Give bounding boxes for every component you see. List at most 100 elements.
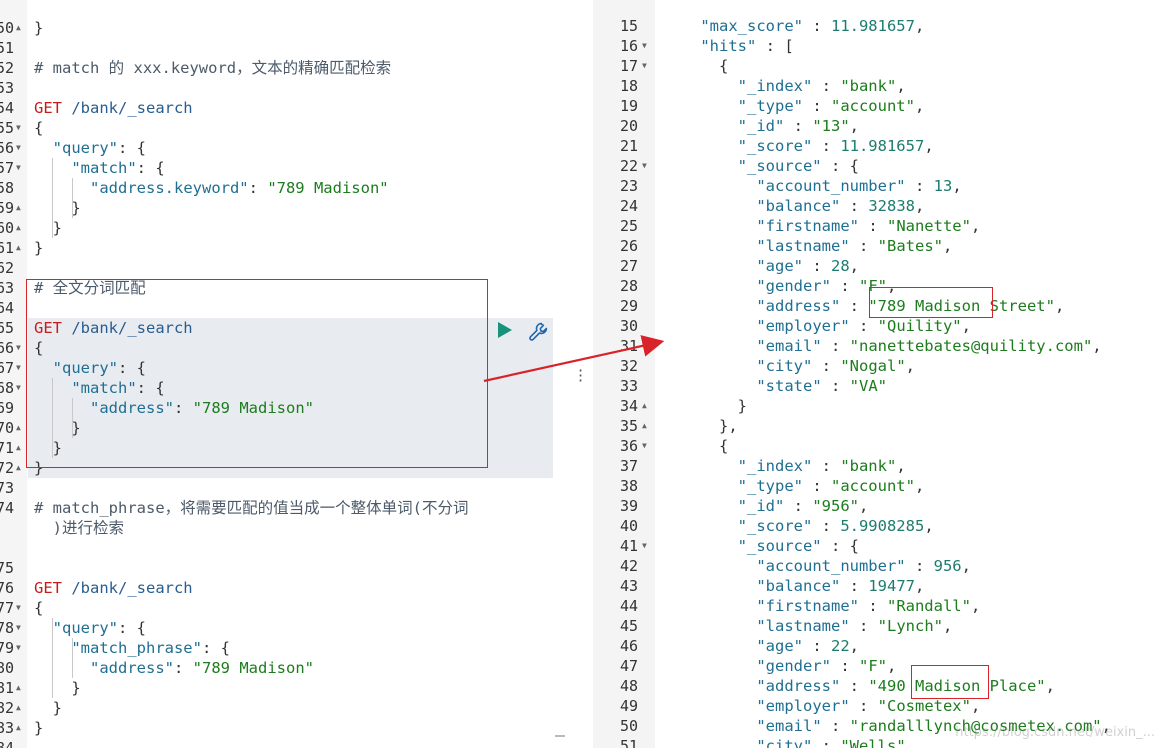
code-line[interactable]: 46 "age" : 22, <box>593 636 1165 656</box>
fold-down-icon[interactable]: ▼ <box>642 436 647 456</box>
fold-down-icon[interactable]: ▼ <box>16 118 21 138</box>
code-line[interactable]: 38 "_type" : "account", <box>593 476 1165 496</box>
line-number: 27 <box>619 257 638 275</box>
code-line[interactable]: 78 ▼ "query": { <box>0 618 565 638</box>
code-text: } <box>34 718 43 738</box>
code-line[interactable]: 82 ▲ } <box>0 698 565 718</box>
token: : <box>821 717 850 735</box>
code-line[interactable] <box>0 538 565 558</box>
line-number: 69 <box>0 399 14 417</box>
fold-down-icon[interactable]: ▼ <box>642 156 647 176</box>
code-line[interactable]: 75 <box>0 558 565 578</box>
code-text: "address": "789 Madison" <box>34 658 314 678</box>
code-line[interactable]: 37 "_index" : "bank", <box>593 456 1165 476</box>
fold-up-icon[interactable]: ▲ <box>16 18 21 38</box>
play-icon[interactable] <box>498 322 512 338</box>
fold-down-icon[interactable]: ▼ <box>16 158 21 178</box>
code-line[interactable]: 17 ▼ { <box>593 56 1165 76</box>
code-line[interactable]: 47 "gender" : "F", <box>593 656 1165 676</box>
code-line[interactable]: 84 <box>0 738 565 748</box>
fold-up-icon[interactable]: ▲ <box>16 238 21 258</box>
code-line[interactable]: 50 ▲} <box>0 18 565 38</box>
fold-down-icon[interactable]: ▼ <box>16 358 21 378</box>
code-line[interactable]: 60 ▲ } <box>0 218 565 238</box>
fold-up-icon[interactable]: ▲ <box>16 698 21 718</box>
token: 32838 <box>868 197 915 215</box>
fold-up-icon[interactable]: ▲ <box>16 718 21 738</box>
fold-down-icon[interactable]: ▼ <box>16 638 21 658</box>
code-line[interactable]: 40 "_score" : 5.9908285, <box>593 516 1165 536</box>
fold-down-icon[interactable]: ▼ <box>16 598 21 618</box>
fold-down-icon[interactable]: ▼ <box>16 378 21 398</box>
code-line[interactable]: 39 "_id" : "956", <box>593 496 1165 516</box>
code-line[interactable]: 42 "account_number" : 956, <box>593 556 1165 576</box>
fold-up-icon[interactable]: ▲ <box>16 458 21 478</box>
token: "firstname" <box>756 217 859 235</box>
code-line[interactable]: 79 ▼ "match_phrase": { <box>0 638 565 658</box>
vertical-dots-icon[interactable]: · · · <box>578 363 583 389</box>
fold-up-icon[interactable]: ▲ <box>642 416 647 436</box>
code-line[interactable]: 23 "account_number" : 13, <box>593 176 1165 196</box>
code-line[interactable]: 26 "lastname" : "Bates", <box>593 236 1165 256</box>
code-line[interactable]: 25 "firstname" : "Nanette", <box>593 216 1165 236</box>
code-line[interactable]: 83 ▲} <box>0 718 565 738</box>
code-line[interactable]: 59 ▲ } <box>0 198 565 218</box>
wrench-icon[interactable] <box>527 320 551 344</box>
line-number: 41 <box>619 537 638 555</box>
code-line[interactable]: 16 ▼ "hits" : [ <box>593 36 1165 56</box>
code-line[interactable]: )进行检索 <box>0 518 565 538</box>
code-line[interactable]: 35 ▲ }, <box>593 416 1165 436</box>
fold-down-icon[interactable]: ▼ <box>642 536 647 556</box>
fold-up-icon[interactable]: ▲ <box>16 218 21 238</box>
code-line[interactable]: 27 "age" : 28, <box>593 256 1165 276</box>
code-line[interactable]: 73 <box>0 478 565 498</box>
code-line[interactable]: 19 "_type" : "account", <box>593 96 1165 116</box>
fold-down-icon[interactable]: ▼ <box>16 138 21 158</box>
code-line[interactable]: 81 ▲ } <box>0 678 565 698</box>
code-line[interactable]: 55 ▼ { <box>0 118 565 138</box>
code-line[interactable]: 76 GET /bank/_search <box>0 578 565 598</box>
code-line[interactable]: 34 ▲ } <box>593 396 1165 416</box>
code-line[interactable]: 22 ▼ "_source" : { <box>593 156 1165 176</box>
code-line[interactable]: 18 "_index" : "bank", <box>593 76 1165 96</box>
code-line[interactable]: 21 "_score" : 11.981657, <box>593 136 1165 156</box>
code-line[interactable]: 52 # match 的 xxx.keyword，文本的精确匹配检索 <box>0 58 565 78</box>
code-line[interactable]: 56 ▼ "query": { <box>0 138 565 158</box>
code-line[interactable]: 53 <box>0 78 565 98</box>
code-line[interactable]: 57 ▼ "match": { <box>0 158 565 178</box>
code-line[interactable]: 61 ▲} <box>0 238 565 258</box>
code-line[interactable]: 49 "employer" : "Cosmetex", <box>593 696 1165 716</box>
code-line[interactable]: 31 "email" : "nanettebates@quility.com", <box>593 336 1165 356</box>
code-line[interactable]: 43 "balance" : 19477, <box>593 576 1165 596</box>
code-line[interactable]: 32 "city" : "Nogal", <box>593 356 1165 376</box>
fold-up-icon[interactable]: ▲ <box>642 396 647 416</box>
code-line[interactable]: 48 "address" : "490 Madison Place", <box>593 676 1165 696</box>
code-line[interactable]: 33 "state" : "VA" <box>593 376 1165 396</box>
code-line[interactable]: 58 "address.keyword": "789 Madison" <box>0 178 565 198</box>
fold-up-icon[interactable]: ▲ <box>16 438 21 458</box>
code-line[interactable]: 30 "employer" : "Quility", <box>593 316 1165 336</box>
code-line[interactable]: 74 # match_phrase，将需要匹配的值当成一个整体单词(不分词 <box>0 498 565 518</box>
code-line[interactable]: 51 <box>0 38 565 58</box>
fold-down-icon[interactable]: ▼ <box>16 338 21 358</box>
fold-down-icon[interactable]: ▼ <box>16 618 21 638</box>
code-line[interactable]: 24 "balance" : 32838, <box>593 196 1165 216</box>
fold-down-icon[interactable]: ▼ <box>642 56 647 76</box>
request-editor-pane[interactable]: 50 ▲} 51 52 # match 的 xxx.keyword，文本的精确匹配检索 5… <box>0 0 565 748</box>
fold-up-icon[interactable]: ▲ <box>16 198 21 218</box>
scrollbar-indicator[interactable] <box>555 735 565 737</box>
code-line[interactable]: 44 "firstname" : "Randall", <box>593 596 1165 616</box>
code-line[interactable]: 80 "address": "789 Madison" <box>0 658 565 678</box>
code-line[interactable]: 36 ▼ { <box>593 436 1165 456</box>
fold-up-icon[interactable]: ▲ <box>16 678 21 698</box>
code-line[interactable]: 77 ▼ { <box>0 598 565 618</box>
response-viewer-pane[interactable]: 15 "max_score" : 11.981657, 16 ▼ "hits" : … <box>593 0 1165 748</box>
fold-up-icon[interactable]: ▲ <box>16 418 21 438</box>
code-line[interactable]: 54 GET /bank/_search <box>0 98 565 118</box>
code-line[interactable]: 20 "_id" : "13", <box>593 116 1165 136</box>
code-line[interactable]: 45 "lastname" : "Lynch", <box>593 616 1165 636</box>
fold-down-icon[interactable]: ▼ <box>642 36 647 56</box>
code-line[interactable]: 41 ▼ "_source" : { <box>593 536 1165 556</box>
code-line[interactable]: 15 "max_score" : 11.981657, <box>593 16 1165 36</box>
code-line[interactable]: 62 <box>0 258 565 278</box>
